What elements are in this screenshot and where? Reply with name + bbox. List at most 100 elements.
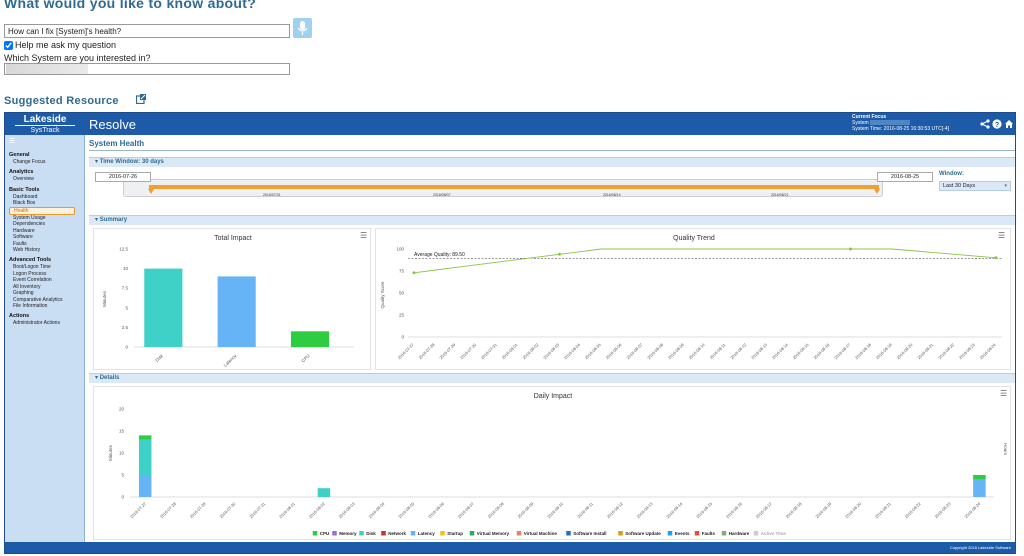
legend-swatch	[440, 531, 445, 536]
question-input[interactable]	[4, 24, 290, 38]
help-me-ask-row[interactable]: Help me ask my question	[4, 40, 116, 50]
legend-swatch	[312, 531, 318, 536]
x-tick-label: 2016-08-21	[874, 501, 893, 520]
legend-swatch	[410, 531, 416, 536]
legend-swatch	[332, 531, 337, 536]
window-label: Window:	[939, 171, 964, 177]
x-tick-label: 2016-08-23	[958, 342, 977, 361]
legend-swatch	[753, 531, 759, 536]
time-window-section-toggle[interactable]: ▾ Time Window: 30 days	[89, 157, 1015, 167]
details-label: Details	[99, 375, 120, 381]
x-tick-label: 2016-08-19	[875, 342, 894, 361]
x-tick-label: 2016-08-02	[308, 501, 327, 520]
x-tick-label: 2016-08-07	[625, 342, 644, 361]
x-tick-label: 2016-08-10	[546, 501, 565, 520]
legend-swatch	[721, 531, 727, 536]
legend-label: Active Time	[761, 531, 787, 536]
share-icon[interactable]	[980, 119, 990, 129]
suggested-resource-heading: Suggested Resource	[4, 95, 119, 107]
x-tick-label: 2016-08-20	[896, 342, 915, 361]
chart-menu-icon[interactable]: ☰	[998, 231, 1005, 240]
bar-cpu	[290, 331, 330, 347]
legend-swatch	[618, 531, 623, 536]
x-tick-label: CPU	[300, 353, 310, 363]
total-impact-chart: Total Impact Minutes 0 2.5 5 7.5 10 12.5 Disk Lat…	[102, 235, 354, 368]
y-tick-label: 25	[399, 313, 405, 318]
help-me-ask-checkbox[interactable]	[4, 40, 13, 50]
sidebar-item-black-box[interactable]: Black Box	[9, 200, 83, 206]
quality-trend-chart: Quality Trend Quality Score 0 25 50 75 100 Aver…	[380, 235, 1002, 361]
y-tick-label: 0	[125, 345, 128, 350]
y-tick-label: 0	[121, 495, 124, 500]
sidebar-item-file-information[interactable]: File Information	[9, 303, 83, 309]
window-select-value: Last 30 Days	[943, 183, 976, 189]
current-focus-info: Current Focus System System Time: 2016-0…	[852, 114, 949, 132]
sidebar-item-administrator-actions[interactable]: Administrator Actions	[9, 320, 83, 326]
summary-label: Summary	[99, 217, 128, 223]
hamburger-menu-icon[interactable]: ☰	[9, 137, 15, 145]
sidebar-item-overview[interactable]: Overview	[9, 176, 83, 182]
y-tick-label: 0	[401, 335, 404, 340]
microphone-icon	[297, 21, 308, 35]
svg-text:?: ?	[995, 122, 999, 129]
y-axis-label: Minutes	[108, 444, 113, 461]
system-field-label: Which System are you interested in?	[4, 53, 151, 63]
summary-section-toggle[interactable]: ▾ Summary	[89, 215, 1015, 225]
sidebar-heading: Advanced Tools	[9, 257, 52, 264]
x-tick-label: 2016-08-13	[750, 342, 769, 361]
timeline-end-handle-icon[interactable]	[874, 189, 880, 194]
question-heading: What would you like to know about?	[4, 0, 257, 11]
timeline-start-date[interactable]: 2016-07-26	[95, 172, 151, 182]
legend-label: Faults	[702, 531, 716, 536]
timeline-start-handle-icon[interactable]	[148, 189, 154, 194]
timeline-range-bar[interactable]	[149, 185, 879, 189]
details-section-toggle[interactable]: ▾ Details	[89, 373, 1015, 383]
help-icon[interactable]: ?	[992, 119, 1002, 129]
lakeside-logo[interactable]: Lakeside SysTrack	[5, 113, 85, 135]
x-tick-label: 2016-07-27	[129, 501, 148, 520]
legend-label: Events	[675, 531, 690, 536]
y-tick-label: 7.5	[122, 286, 129, 291]
timeline-end-date[interactable]: 2016-08-25	[877, 172, 933, 182]
logo-text: Lakeside	[15, 115, 75, 126]
chart-title: Quality Trend	[673, 235, 715, 242]
x-tick-label: 2016-08-08	[487, 501, 506, 520]
bar-disk	[144, 268, 183, 347]
y-tick-label: 15	[119, 429, 125, 434]
x-tick-label: 2016-07-30	[459, 342, 478, 361]
legend-label: Software Install	[573, 531, 606, 536]
x-tick-label: 2016-07-28	[159, 501, 178, 520]
external-link-icon[interactable]	[136, 94, 146, 104]
home-icon[interactable]	[1004, 119, 1014, 129]
daily-impact-panel: Daily Impact Minutes Hours 0 5 10 15 20 2016-07-…	[93, 386, 1011, 540]
x-tick-label: 2016-08-13	[636, 501, 655, 520]
sidebar-item-health[interactable]: Health	[9, 206, 75, 216]
sidebar-item-change-focus[interactable]: Change Focus	[9, 159, 83, 165]
y-tick-label: 10	[123, 266, 129, 271]
x-tick-label: 2016-08-14	[665, 501, 684, 520]
sidebar-item-web-history[interactable]: Web History	[9, 247, 83, 253]
daily-impact-chart: Daily Impact Minutes Hours 0 5 10 15 20 2016-07-…	[108, 393, 1008, 536]
x-tick-label: 2016-08-02	[521, 342, 540, 361]
time-window-label: Time Window: 30 days	[99, 159, 164, 165]
legend-label: Disk	[366, 531, 376, 536]
chart-menu-icon[interactable]: ☰	[1000, 389, 1007, 398]
x-tick-label: 2016-08-23	[933, 501, 952, 520]
x-tick-label: 2016-08-09	[667, 342, 686, 361]
timeline-tick: 2016/08/21	[771, 193, 789, 197]
x-tick-label: 2016-08-01	[501, 342, 520, 361]
x-tick-label: 2016-08-20	[844, 501, 863, 520]
x-tick-label: Disk	[154, 353, 164, 363]
legend-swatch	[381, 531, 386, 536]
app-header: Lakeside SysTrack Resolve Current Focus …	[5, 113, 1015, 135]
chart-menu-icon[interactable]: ☰	[360, 231, 367, 240]
system-value-redacted	[6, 64, 88, 74]
x-tick-label: 2016-08-08	[646, 342, 665, 361]
focus-system-redacted	[870, 120, 911, 126]
legend-label: Latency	[418, 531, 436, 536]
microphone-button[interactable]	[293, 18, 312, 38]
x-tick-label: 2016-08-10	[688, 342, 707, 361]
x-tick-label: 2016-08-18	[854, 342, 873, 361]
window-select[interactable]: Last 30 Days ▾	[939, 181, 1011, 191]
legend-label: Hardware	[729, 531, 750, 536]
